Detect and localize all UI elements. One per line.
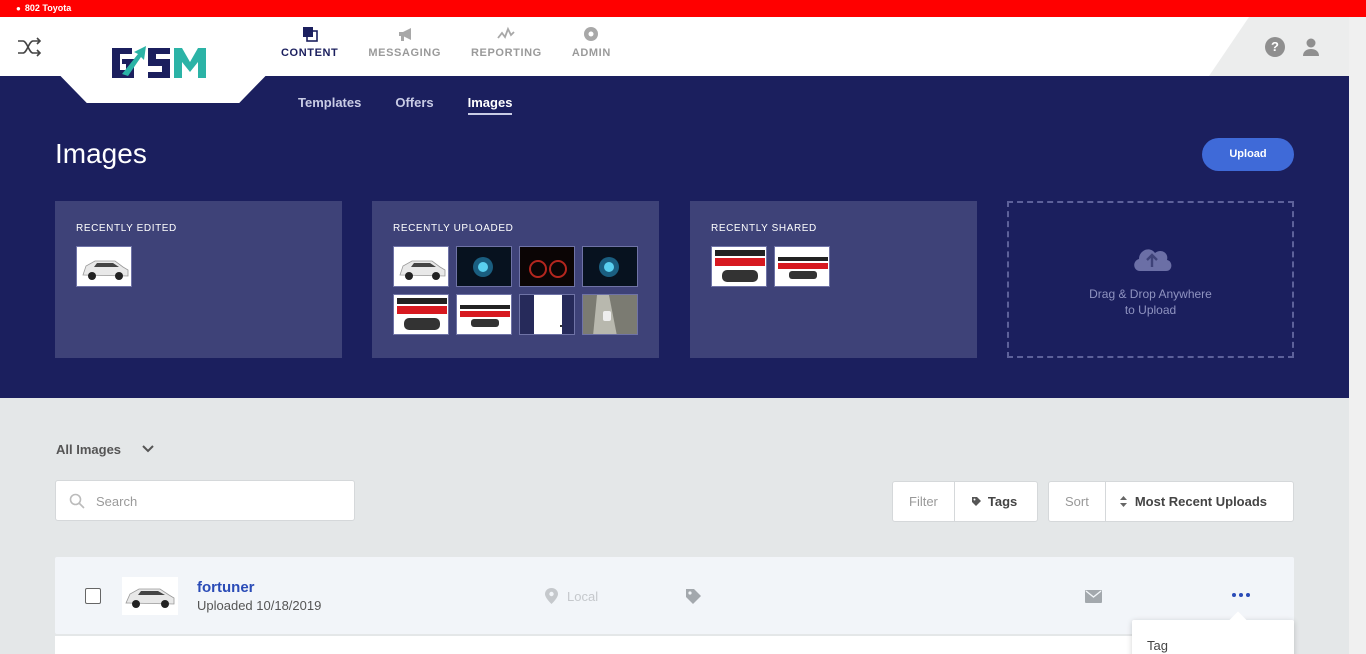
megaphone-icon [398,28,411,41]
thumb-dark-blue-image[interactable] [456,246,512,287]
recently-edited-title: RECENTLY EDITED [76,223,177,234]
content-icon [302,27,318,42]
filter-control: Filter Tags [892,481,1038,522]
nav-messaging[interactable]: MESSAGING [368,25,441,59]
search-box[interactable]: Search [55,480,355,521]
main-nav: CONTENT MESSAGING REPORTING ADMIN [281,25,611,59]
menu-item-tag[interactable]: Tag [1147,638,1168,653]
location-pin-icon [545,588,558,604]
sort-control: Sort Most Recent Uploads [1048,481,1294,522]
cloud-upload-icon [1134,249,1172,271]
thumb-road-image[interactable] [582,294,638,335]
location-text: Local [567,589,599,604]
row-context-menu: Tag [1132,620,1294,654]
recently-edited-panel: RECENTLY EDITED [55,201,342,358]
sort-arrows-icon [1119,496,1127,507]
nav-content-label: CONTENT [281,47,339,59]
sort-select[interactable]: Most Recent Uploads [1106,482,1283,521]
tab-offers[interactable]: Offers [395,95,433,115]
recently-shared-panel: RECENTLY SHARED [690,201,977,358]
thumb-tire-ad-image[interactable] [456,294,512,335]
thumb-dark-blue-image[interactable] [582,246,638,287]
thumb-tire-ad-image[interactable] [393,294,449,335]
tag-icon[interactable] [685,588,702,605]
page-title: Images [55,138,147,169]
gsm-logo[interactable] [108,40,220,82]
shuffle-icon[interactable] [16,33,44,61]
tab-images[interactable]: Images [467,95,513,115]
location-bar: ● 802 Toyota [0,0,1366,17]
chart-line-icon [497,26,516,39]
thumb-dashboard-image[interactable] [519,246,575,287]
dropzone-line-2: to Upload [1124,303,1177,317]
row-thumbnail[interactable] [122,577,178,615]
help-icon[interactable]: ? [1265,37,1285,57]
more-options-icon[interactable] [1229,585,1253,605]
user-icon[interactable] [1301,37,1321,57]
nav-admin[interactable]: ADMIN [572,25,611,59]
upload-date: Uploaded 10/18/2019 [197,598,322,613]
thumb-car-image[interactable] [393,246,449,287]
tag-icon [971,497,981,506]
upload-button[interactable]: Upload [1202,138,1294,171]
tags-filter-button[interactable]: Tags [955,482,1033,521]
row-checkbox[interactable] [85,588,101,604]
mail-icon[interactable] [1085,590,1102,603]
sub-nav: Templates Offers Images [298,95,513,115]
image-name-link[interactable]: fortuner [197,579,255,596]
recently-uploaded-title: RECENTLY UPLOADED [393,223,514,234]
nav-messaging-label: MESSAGING [368,47,442,59]
thumb-white-image[interactable] [519,294,575,335]
nav-admin-label: ADMIN [571,47,611,59]
thumb-car-image[interactable] [76,246,132,287]
nav-reporting-label: REPORTING [471,47,542,59]
table-row[interactable] [55,636,1294,654]
search-input[interactable]: Search [96,494,137,509]
nav-content[interactable]: CONTENT [281,25,338,59]
thumb-tire-ad-image[interactable] [774,246,830,287]
nav-reporting[interactable]: REPORTING [471,25,542,59]
gear-icon [584,27,599,41]
tab-templates[interactable]: Templates [298,95,361,115]
filter-label: Filter [893,482,955,521]
table-row[interactable]: fortuner Uploaded 10/18/2019 Local [55,557,1294,634]
sort-label: Sort [1049,482,1106,521]
recently-uploaded-panel: RECENTLY UPLOADED [372,201,659,358]
sort-value: Most Recent Uploads [1134,494,1268,509]
chevron-down-icon[interactable] [141,443,155,455]
location-label: 802 Toyota [24,3,72,13]
dropzone-line-1: Drag & Drop Anywhere [1089,287,1212,301]
tags-filter-label: Tags [987,494,1018,509]
recently-shared-title: RECENTLY SHARED [711,223,817,234]
view-selector[interactable]: All Images [56,442,121,457]
location-pin-icon: ● [16,4,21,13]
scrollbar[interactable] [1349,17,1366,654]
search-icon [69,493,85,509]
dropzone-text: Drag & Drop Anywhere to Upload [1009,286,1292,318]
upload-dropzone[interactable]: Drag & Drop Anywhere to Upload [1007,201,1294,358]
thumb-tire-ad-image[interactable] [711,246,767,287]
